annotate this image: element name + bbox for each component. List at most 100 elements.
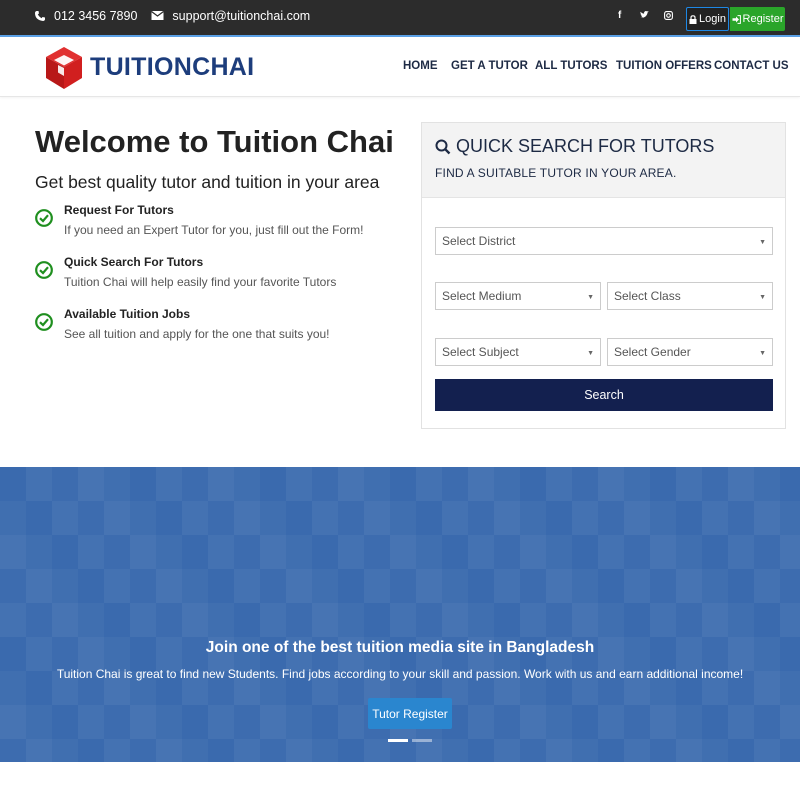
register-label: Register bbox=[742, 13, 784, 25]
instagram-icon[interactable] bbox=[664, 11, 673, 23]
hero-background-tile bbox=[182, 467, 208, 501]
hero-background-tile bbox=[780, 739, 800, 762]
hero-background-tile bbox=[234, 603, 260, 637]
gender-select[interactable]: Select Gender ▼ bbox=[607, 338, 773, 366]
hero-background-tile bbox=[52, 467, 78, 501]
hero-background-tile bbox=[0, 569, 26, 603]
hero-background-tile bbox=[572, 467, 598, 501]
hero-background-tile bbox=[338, 603, 364, 637]
quick-search-title-row: QUICK SEARCH FOR TUTORS bbox=[435, 136, 714, 157]
hero-background-tile bbox=[78, 739, 104, 762]
hero-background-tile bbox=[130, 535, 156, 569]
hero-background-tile bbox=[312, 501, 338, 535]
caret-down-icon: ▼ bbox=[759, 294, 766, 301]
hero-background-tile bbox=[78, 603, 104, 637]
hero-background-tile bbox=[52, 501, 78, 535]
hero-background-tile bbox=[390, 501, 416, 535]
hero-background-tile bbox=[416, 467, 442, 501]
nav-tuition-offers[interactable]: TUITION OFFERS bbox=[616, 60, 712, 72]
hero-subtitle: Tuition Chai is great to find new Studen… bbox=[56, 667, 744, 681]
nav-get-a-tutor[interactable]: GET A TUTOR bbox=[451, 60, 528, 72]
hero-background-tile bbox=[520, 603, 546, 637]
caret-down-icon: ▼ bbox=[587, 294, 594, 301]
hero-background-tile bbox=[312, 467, 338, 501]
hero-background-tile bbox=[208, 569, 234, 603]
hero-background-tile bbox=[468, 467, 494, 501]
search-button[interactable]: Search bbox=[435, 379, 773, 411]
hero-background-tile bbox=[130, 739, 156, 762]
medium-select-value: Select Medium bbox=[442, 289, 522, 303]
hero-background-tile bbox=[754, 501, 780, 535]
phone-number: 012 3456 7890 bbox=[54, 9, 138, 23]
brand-name[interactable]: TUITIONCHAI bbox=[90, 53, 254, 82]
carousel-indicator[interactable] bbox=[412, 739, 432, 742]
nav-contact-us[interactable]: CONTACT US bbox=[714, 60, 789, 72]
hero-background-tile bbox=[390, 739, 416, 762]
hero-background-tile bbox=[130, 603, 156, 637]
hero-background-tile bbox=[26, 739, 52, 762]
facebook-icon[interactable]: f bbox=[618, 10, 621, 21]
hero-background-tile bbox=[416, 569, 442, 603]
sign-in-icon bbox=[732, 14, 741, 24]
hero-background-tile bbox=[650, 467, 676, 501]
hero-background-tile bbox=[208, 535, 234, 569]
hero-background-tile bbox=[598, 467, 624, 501]
hero-background-tile bbox=[754, 603, 780, 637]
hero-background-tile bbox=[52, 535, 78, 569]
district-select[interactable]: Select District ▼ bbox=[435, 227, 773, 255]
hero-background-tile bbox=[260, 739, 286, 762]
hero-background-tile bbox=[572, 569, 598, 603]
hero-background-tile bbox=[364, 467, 390, 501]
hero-background-tile bbox=[390, 535, 416, 569]
nav-home[interactable]: HOME bbox=[403, 60, 438, 72]
login-button[interactable]: Login bbox=[686, 7, 729, 31]
register-button[interactable]: Register bbox=[730, 7, 785, 31]
feature-desc: If you need an Expert Tutor for you, jus… bbox=[64, 223, 364, 237]
carousel-indicator[interactable] bbox=[388, 739, 408, 742]
medium-select[interactable]: Select Medium ▼ bbox=[435, 282, 601, 310]
hero-background-tile bbox=[598, 535, 624, 569]
hero-background-tile bbox=[78, 535, 104, 569]
logo-cube-icon[interactable] bbox=[44, 46, 84, 90]
contact-info: 012 3456 7890 support@tuitionchai.com bbox=[34, 9, 324, 23]
hero-background-tile bbox=[572, 739, 598, 762]
hero-background-tile bbox=[26, 569, 52, 603]
hero-background-tile bbox=[234, 705, 260, 739]
hero-background-tile bbox=[78, 569, 104, 603]
nav-all-tutors[interactable]: ALL TUTORS bbox=[535, 60, 607, 72]
class-select[interactable]: Select Class ▼ bbox=[607, 282, 773, 310]
hero-background-tile bbox=[52, 739, 78, 762]
twitter-icon[interactable] bbox=[640, 11, 649, 22]
hero-background-tile bbox=[78, 705, 104, 739]
hero-background-tile bbox=[156, 705, 182, 739]
hero-background-tile bbox=[728, 501, 754, 535]
class-select-value: Select Class bbox=[614, 289, 681, 303]
tutor-register-button[interactable]: Tutor Register bbox=[368, 698, 452, 729]
hero-background-tile bbox=[754, 535, 780, 569]
subject-select[interactable]: Select Subject ▼ bbox=[435, 338, 601, 366]
hero-background-tile bbox=[624, 467, 650, 501]
hero-background-tile bbox=[260, 603, 286, 637]
hero-background-tile bbox=[234, 569, 260, 603]
check-circle-icon bbox=[35, 209, 53, 227]
hero-background-tile bbox=[780, 467, 800, 501]
hero-background-tile bbox=[754, 467, 780, 501]
hero-background-tile bbox=[338, 501, 364, 535]
hero-background-tile bbox=[182, 603, 208, 637]
hero-background-tile bbox=[780, 501, 800, 535]
hero-background-tile bbox=[416, 739, 442, 762]
hero-background-tile bbox=[442, 467, 468, 501]
hero-background-tile bbox=[286, 705, 312, 739]
hero-background-tile bbox=[546, 603, 572, 637]
hero-background-tile bbox=[104, 705, 130, 739]
hero-background-tile bbox=[676, 535, 702, 569]
hero-background-tile bbox=[208, 603, 234, 637]
hero-background-tile bbox=[104, 569, 130, 603]
hero-background-tile bbox=[312, 535, 338, 569]
hero-banner: Join one of the best tuition media site … bbox=[0, 467, 800, 762]
hero-background-tile bbox=[442, 535, 468, 569]
hero-background-tile bbox=[702, 535, 728, 569]
hero-background-tile bbox=[130, 569, 156, 603]
hero-background-tile bbox=[572, 603, 598, 637]
quick-search-subtitle: FIND A SUITABLE TUTOR IN YOUR AREA. bbox=[435, 166, 677, 180]
